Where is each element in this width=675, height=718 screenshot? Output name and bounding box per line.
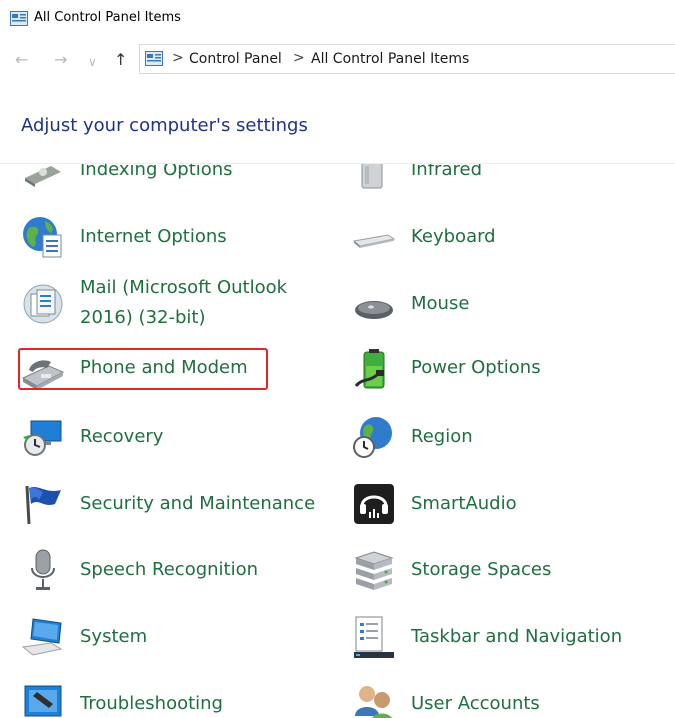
item-label: Taskbar and Navigation — [411, 626, 623, 647]
item-label-line-1: Mail (Microsoft Outlook — [80, 277, 288, 298]
page-heading: Adjust your computer's settings — [21, 115, 308, 136]
keyboard-icon — [352, 234, 396, 248]
microphone-icon — [31, 549, 55, 590]
item-troubleshooting[interactable]: Troubleshooting — [21, 676, 301, 718]
item-label: Recovery — [80, 426, 164, 447]
item-recovery[interactable]: Recovery — [21, 409, 301, 465]
breadcrumb-control-panel[interactable]: Control Panel — [189, 51, 282, 67]
control-panel-icon — [145, 51, 163, 71]
item-speech-recognition[interactable]: Speech Recognition — [21, 542, 301, 598]
smartaudio-icon — [354, 484, 394, 524]
breadcrumb-separator[interactable]: > — [293, 50, 305, 66]
item-label: Phone and Modem — [80, 357, 248, 378]
mail-icon — [23, 284, 63, 324]
item-mail[interactable]: Mail (Microsoft Outlook 2016) (32-bit) — [21, 276, 321, 332]
breadcrumb-all-items[interactable]: All Control Panel Items — [311, 51, 469, 67]
item-taskbar-and-navigation[interactable]: Taskbar and Navigation — [352, 609, 652, 665]
taskbar-icon — [354, 616, 394, 658]
breadcrumb-separator[interactable]: > — [172, 50, 184, 66]
control-panel-icon — [10, 11, 28, 31]
item-internet-options[interactable]: Internet Options — [21, 209, 301, 265]
recovery-icon — [23, 420, 62, 456]
item-system[interactable]: System — [21, 609, 301, 665]
item-label-line-2: 2016) (32-bit) — [80, 307, 206, 328]
item-label: Troubleshooting — [80, 693, 223, 714]
item-label: Storage Spaces — [411, 559, 552, 580]
forward-button[interactable]: → — [54, 52, 67, 68]
region-icon — [353, 417, 392, 458]
storage-spaces-icon — [354, 551, 394, 590]
item-infrared[interactable]: Infrared — [352, 164, 632, 196]
item-label: Indexing Options — [80, 164, 233, 180]
item-storage-spaces[interactable]: Storage Spaces — [352, 542, 632, 598]
items-list: Indexing Options Infrared Internet Optio… — [0, 164, 675, 718]
item-region[interactable]: Region — [352, 409, 632, 465]
item-indexing-options[interactable]: Indexing Options — [21, 164, 301, 196]
item-phone-and-modem[interactable]: Phone and Modem — [21, 342, 301, 398]
item-smartaudio[interactable]: SmartAudio — [352, 476, 632, 532]
infrared-icon — [361, 164, 383, 189]
address-bar[interactable]: > Control Panel > All Control Panel Item… — [139, 44, 675, 74]
window-title: All Control Panel Items — [34, 10, 181, 25]
up-button[interactable]: ↑ — [114, 52, 127, 68]
item-label: Security and Maintenance — [80, 493, 316, 514]
internet-options-icon — [23, 217, 62, 258]
title-bar: All Control Panel Items — [0, 0, 675, 38]
item-keyboard[interactable]: Keyboard — [352, 209, 632, 265]
item-label: Speech Recognition — [80, 559, 259, 580]
troubleshooting-icon — [24, 685, 62, 717]
item-mouse[interactable]: Mouse — [352, 276, 632, 332]
system-icon — [21, 618, 63, 656]
item-label: User Accounts — [411, 693, 540, 714]
back-button[interactable]: ← — [15, 52, 28, 68]
recent-locations-button[interactable]: ∨ — [88, 54, 97, 70]
item-label: Keyboard — [411, 226, 496, 247]
item-label: SmartAudio — [411, 493, 517, 514]
item-user-accounts[interactable]: User Accounts — [352, 676, 632, 718]
item-power-options[interactable]: Power Options — [352, 342, 632, 398]
item-security-and-maintenance[interactable]: Security and Maintenance — [21, 476, 341, 532]
item-label: Region — [411, 426, 473, 447]
phone-modem-icon — [21, 360, 65, 390]
indexing-options-icon — [25, 166, 61, 187]
mouse-icon — [355, 301, 393, 319]
user-accounts-icon — [355, 686, 392, 718]
item-label: System — [80, 626, 148, 647]
item-label: Internet Options — [80, 226, 227, 247]
power-options-icon — [354, 349, 385, 389]
security-flag-icon — [25, 485, 61, 525]
item-label: Mouse — [411, 293, 470, 314]
item-label: Power Options — [411, 357, 541, 378]
item-label: Infrared — [411, 164, 482, 180]
